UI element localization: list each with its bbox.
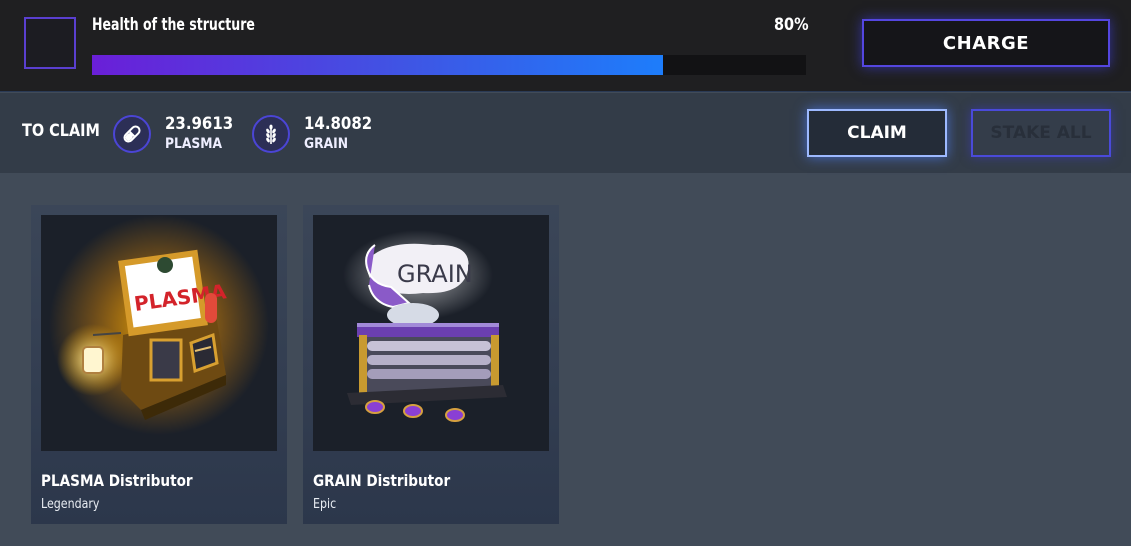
card-rarity: Legendary xyxy=(41,497,100,512)
health-progress-bar xyxy=(92,55,806,75)
stake-all-button[interactable]: STAKE ALL xyxy=(971,109,1111,157)
structure-thumbnail xyxy=(24,17,76,69)
grain-resource: 14.8082 GRAIN xyxy=(252,113,381,155)
claim-bar: TO CLAIM 23.9613 PLASMA 14.8082 GRAIN xyxy=(0,93,1131,173)
plasma-amount: 23.9613 xyxy=(165,114,234,134)
card-rarity: Epic xyxy=(313,497,337,512)
plasma-resource: 23.9613 PLASMA xyxy=(113,113,242,155)
plasma-label: PLASMA xyxy=(165,136,223,152)
health-progress-fill xyxy=(92,55,664,75)
charge-button[interactable]: CHARGE xyxy=(862,19,1110,67)
card-title: PLASMA Distributor xyxy=(41,471,193,490)
pill-icon xyxy=(113,115,151,153)
health-title: Health of the structure xyxy=(92,15,255,35)
claim-button[interactable]: CLAIM xyxy=(807,109,947,157)
plasma-distributor-image: PLASMA xyxy=(41,215,277,451)
grain-distributor-card[interactable]: GRAIN GRAIN Distributor Epic xyxy=(303,205,559,524)
grain-amount: 14.8082 xyxy=(304,114,373,134)
grain-label: GRAIN xyxy=(304,136,349,152)
grain-sign-text: GRAIN xyxy=(397,260,473,288)
wheat-icon xyxy=(252,115,290,153)
to-claim-label: TO CLAIM xyxy=(22,121,100,141)
plasma-distributor-card[interactable]: PLASMA PLASMA Distributor Legendary xyxy=(31,205,287,524)
card-title: GRAIN Distributor xyxy=(313,471,451,490)
grain-distributor-image: GRAIN xyxy=(313,215,549,451)
structure-health-panel: Health of the structure 80% CHARGE xyxy=(0,0,1131,92)
health-percent: 80% xyxy=(774,15,809,35)
